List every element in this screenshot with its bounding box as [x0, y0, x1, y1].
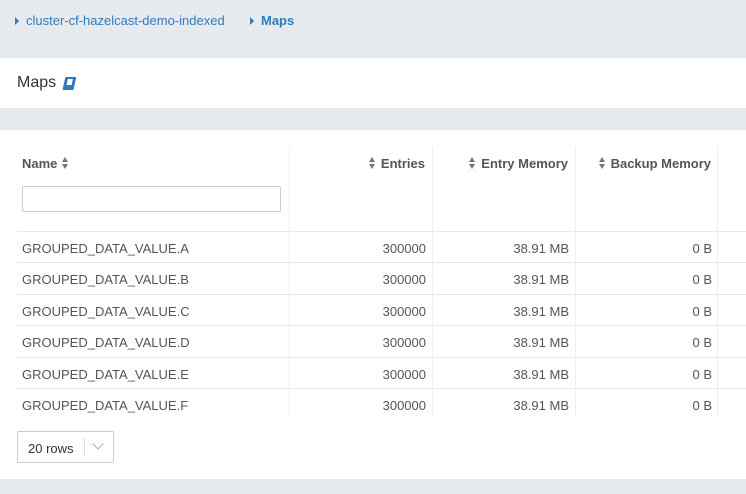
column-header-entries-label: Entries — [380, 155, 425, 171]
row-entries: 300000 — [382, 304, 426, 319]
table-row[interactable]: GROUPED_DATA_VALUE.D 300000 38.91 MB 0 B — [17, 325, 746, 357]
breadcrumb-item-maps[interactable]: Maps — [250, 13, 294, 28]
select-divider — [84, 438, 85, 456]
row-name: GROUPED_DATA_VALUE.B — [22, 272, 189, 287]
row-entry-memory: 38.91 MB — [513, 367, 569, 382]
row-entries: 300000 — [382, 367, 426, 382]
breadcrumb-item-cluster[interactable]: cluster-cf-hazelcast-demo-indexed — [15, 13, 225, 28]
row-name: GROUPED_DATA_VALUE.C — [22, 304, 190, 319]
sort-icon — [469, 157, 476, 169]
row-name: GROUPED_DATA_VALUE.D — [22, 335, 190, 350]
page-header: Maps — [0, 58, 746, 108]
column-header-name[interactable]: Name — [22, 154, 74, 172]
caret-right-icon — [15, 16, 19, 25]
row-backup-memory: 0 B — [692, 272, 712, 287]
row-backup-memory: 0 B — [692, 398, 712, 413]
row-backup-memory: 0 B — [692, 304, 712, 319]
maps-table-panel: Name Entries Entry Memory Backup Memory … — [0, 130, 746, 479]
rows-per-page-value: 20 rows — [28, 441, 74, 456]
breadcrumb-cluster-label[interactable]: cluster-cf-hazelcast-demo-indexed — [26, 13, 225, 28]
row-backup-memory: 0 B — [692, 367, 712, 382]
row-entry-memory: 38.91 MB — [513, 241, 569, 256]
row-entry-memory: 38.91 MB — [513, 272, 569, 287]
row-entries: 300000 — [382, 335, 426, 350]
row-entries: 300000 — [382, 272, 426, 287]
row-entries: 300000 — [382, 398, 426, 413]
row-entries: 300000 — [382, 241, 426, 256]
sort-icon — [368, 157, 376, 169]
name-filter-input[interactable] — [22, 186, 281, 212]
row-name: GROUPED_DATA_VALUE.E — [22, 367, 189, 382]
column-header-backup-memory[interactable]: Backup Memory — [594, 154, 711, 172]
row-entry-memory: 38.91 MB — [513, 335, 569, 350]
rows-per-page-select[interactable]: 20 rows — [17, 431, 114, 463]
book-icon[interactable] — [63, 77, 77, 89]
column-header-backup-memory-label: Backup Memory — [610, 155, 711, 171]
row-backup-memory: 0 B — [692, 335, 712, 350]
table-row[interactable]: GROUPED_DATA_VALUE.B 300000 38.91 MB 0 B — [17, 262, 746, 294]
page-title: Maps — [17, 74, 75, 92]
table-row[interactable]: GROUPED_DATA_VALUE.A 300000 38.91 MB 0 B — [17, 231, 746, 263]
table-row[interactable]: GROUPED_DATA_VALUE.E 300000 38.91 MB 0 B — [17, 357, 746, 389]
row-name: GROUPED_DATA_VALUE.F — [22, 398, 189, 413]
table-row[interactable]: GROUPED_DATA_VALUE.F 300000 38.91 MB 0 B — [17, 388, 746, 420]
column-header-entries[interactable]: Entries — [364, 154, 425, 172]
chevron-down-icon[interactable] — [92, 438, 104, 450]
row-entry-memory: 38.91 MB — [513, 398, 569, 413]
column-header-name-label: Name — [22, 155, 58, 171]
caret-right-icon — [250, 16, 254, 25]
sort-icon — [62, 157, 69, 169]
breadcrumb-maps-label[interactable]: Maps — [261, 13, 294, 28]
sort-icon — [598, 157, 606, 169]
column-header-entry-memory[interactable]: Entry Memory — [464, 154, 568, 172]
row-name: GROUPED_DATA_VALUE.A — [22, 241, 189, 256]
page-title-text: Maps — [17, 74, 57, 91]
column-header-entry-memory-label: Entry Memory — [481, 155, 568, 171]
row-backup-memory: 0 B — [692, 241, 712, 256]
row-entry-memory: 38.91 MB — [513, 304, 569, 319]
table-row[interactable]: GROUPED_DATA_VALUE.C 300000 38.91 MB 0 B — [17, 294, 746, 326]
breadcrumb: cluster-cf-hazelcast-demo-indexed Maps — [0, 0, 746, 58]
